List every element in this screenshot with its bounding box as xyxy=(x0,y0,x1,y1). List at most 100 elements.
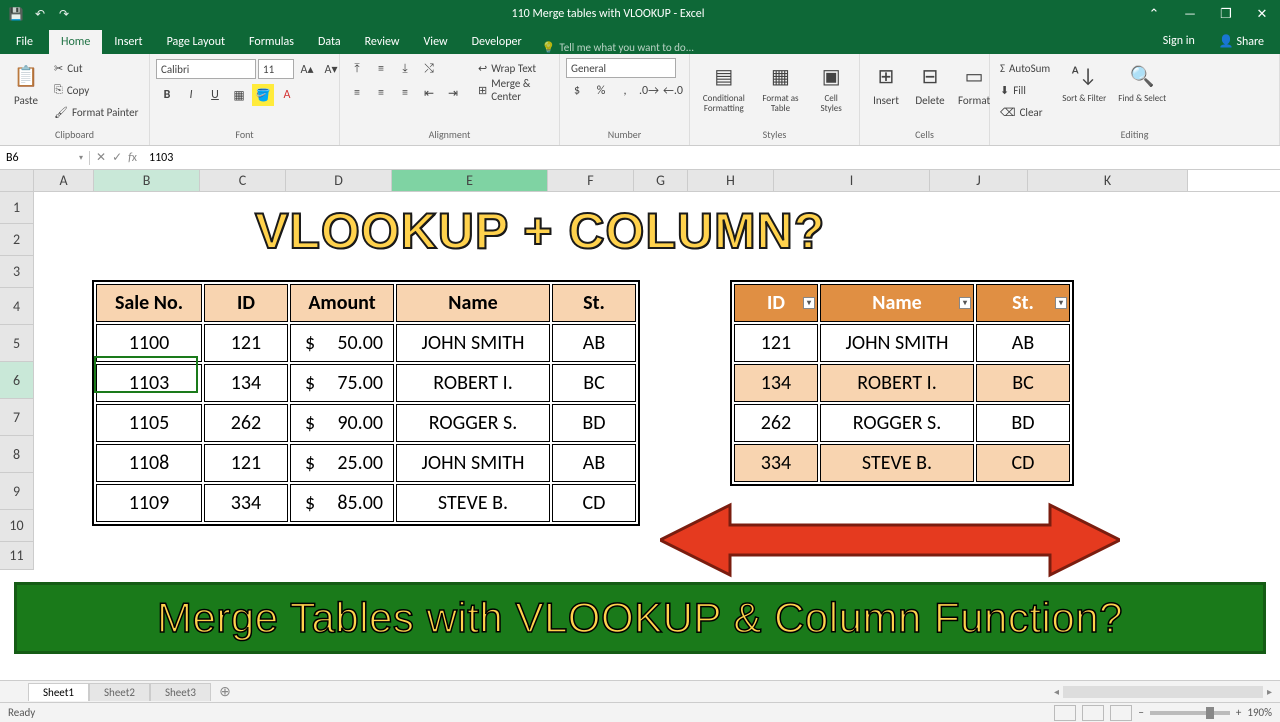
cell[interactable]: STEVE B. xyxy=(820,444,974,482)
enter-icon[interactable]: ✓ xyxy=(112,150,122,165)
cell[interactable]: $ 75.00 xyxy=(290,364,394,402)
cell[interactable]: ROBERT I. xyxy=(396,364,550,402)
tab-insert[interactable]: Insert xyxy=(102,30,154,54)
filter-icon[interactable]: ▾ xyxy=(959,297,971,309)
normal-view-icon[interactable] xyxy=(1054,705,1076,721)
fill-button[interactable]: ⬇ Fill xyxy=(996,80,1054,100)
cell[interactable]: 134 xyxy=(204,364,288,402)
currency-icon[interactable]: $ xyxy=(566,80,588,102)
worksheet-grid[interactable]: A B C D E F G H I J K 1 2 3 4 5 6 7 8 9 … xyxy=(0,170,1280,680)
sort-filter-button[interactable]: ᴬ↓Sort & Filter xyxy=(1058,58,1110,106)
col-header[interactable]: B xyxy=(94,170,200,191)
redo-icon[interactable]: ↷ xyxy=(56,6,72,22)
cell[interactable]: STEVE B. xyxy=(396,484,550,522)
italic-button[interactable] xyxy=(180,84,202,106)
zoom-level[interactable]: 190% xyxy=(1247,706,1272,719)
page-layout-view-icon[interactable] xyxy=(1082,705,1104,721)
row-header[interactable]: 1 xyxy=(0,192,34,224)
tab-view[interactable]: View xyxy=(412,30,460,54)
bold-button[interactable] xyxy=(156,84,178,106)
cell[interactable]: AB xyxy=(976,324,1070,362)
decrease-decimal-icon[interactable]: ←.0 xyxy=(662,80,684,102)
cell[interactable]: ROGGER S. xyxy=(396,404,550,442)
format-cells-button[interactable]: ▭Format xyxy=(954,58,994,109)
autosum-button[interactable]: Σ AutoSum xyxy=(996,58,1054,78)
cell[interactable]: 1103 xyxy=(96,364,202,402)
col-header[interactable]: F xyxy=(548,170,634,191)
row-header[interactable]: 7 xyxy=(0,399,34,436)
cell[interactable]: JOHN SMITH xyxy=(396,444,550,482)
comma-icon[interactable]: , xyxy=(614,80,636,102)
col-header[interactable]: E xyxy=(392,170,548,191)
th2-id[interactable]: ID▾ xyxy=(734,284,818,322)
orientation-icon[interactable]: ⤭ xyxy=(418,58,440,80)
th2-st[interactable]: St.▾ xyxy=(976,284,1070,322)
cell-styles-button[interactable]: ▣Cell Styles xyxy=(809,58,853,116)
sheet-tab-3[interactable]: Sheet3 xyxy=(150,683,211,701)
wrap-text-button[interactable]: ↩ Wrap Text xyxy=(474,58,553,78)
col-header[interactable]: C xyxy=(200,170,286,191)
align-center-icon[interactable]: ≡ xyxy=(370,82,392,104)
cell[interactable]: 121 xyxy=(734,324,818,362)
cell[interactable]: CD xyxy=(552,484,636,522)
align-top-icon[interactable]: ⤒ xyxy=(346,58,368,80)
percent-icon[interactable]: % xyxy=(590,80,612,102)
col-header[interactable]: A xyxy=(34,170,94,191)
cell[interactable]: BD xyxy=(976,404,1070,442)
clear-button[interactable]: ⌫ Clear xyxy=(996,102,1054,122)
cell[interactable]: 1100 xyxy=(96,324,202,362)
add-sheet-button[interactable]: ⊕ xyxy=(215,683,235,700)
cell[interactable]: AB xyxy=(552,444,636,482)
find-select-button[interactable]: 🔍Find & Select xyxy=(1114,58,1170,106)
cell[interactable]: JOHN SMITH xyxy=(396,324,550,362)
cell[interactable]: BD xyxy=(552,404,636,442)
row-header[interactable]: 6 xyxy=(0,362,34,399)
format-as-table-button[interactable]: ▦Format as Table xyxy=(756,58,806,116)
insert-cells-button[interactable]: ⊞Insert xyxy=(866,58,906,109)
col-header[interactable]: K xyxy=(1028,170,1188,191)
cell[interactable]: $ 85.00 xyxy=(290,484,394,522)
tab-home[interactable]: Home xyxy=(49,30,102,54)
decrease-indent-icon[interactable]: ⇤ xyxy=(418,82,440,104)
align-left-icon[interactable]: ≡ xyxy=(346,82,368,104)
ribbon-display-icon[interactable]: ⌃ xyxy=(1136,0,1172,28)
cell[interactable]: $ 25.00 xyxy=(290,444,394,482)
zoom-out-button[interactable]: − xyxy=(1138,706,1143,719)
format-painter-button[interactable]: Format Painter xyxy=(50,102,142,122)
row-header[interactable]: 3 xyxy=(0,256,34,288)
cell[interactable]: AB xyxy=(552,324,636,362)
align-bottom-icon[interactable]: ⤓ xyxy=(394,58,416,80)
cell[interactable]: ROBERT I. xyxy=(820,364,974,402)
underline-button[interactable] xyxy=(204,84,226,106)
copy-button[interactable]: Copy xyxy=(50,80,142,100)
undo-icon[interactable]: ↶ xyxy=(32,6,48,22)
merge-center-button[interactable]: ⊞ Merge & Center xyxy=(474,80,553,100)
row-header[interactable]: 4 xyxy=(0,288,34,325)
name-box[interactable]: B6 xyxy=(0,151,90,165)
cell[interactable]: BC xyxy=(976,364,1070,402)
col-header[interactable]: G xyxy=(634,170,688,191)
align-right-icon[interactable]: ≡ xyxy=(394,82,416,104)
col-header[interactable]: D xyxy=(286,170,392,191)
cell[interactable]: JOHN SMITH xyxy=(820,324,974,362)
formula-input[interactable]: 1103 xyxy=(143,151,1280,165)
share-button[interactable]: 👤 Share xyxy=(1207,29,1276,54)
close-button[interactable]: ✕ xyxy=(1244,0,1280,28)
cell[interactable]: 262 xyxy=(204,404,288,442)
row-header[interactable]: 5 xyxy=(0,325,34,362)
row-header[interactable]: 2 xyxy=(0,224,34,256)
cancel-icon[interactable]: ✕ xyxy=(96,150,106,165)
cell[interactable]: CD xyxy=(976,444,1070,482)
align-middle-icon[interactable]: ≡ xyxy=(370,58,392,80)
font-color-button[interactable]: A xyxy=(276,84,298,106)
minimize-button[interactable]: — xyxy=(1172,0,1208,28)
cell[interactable]: 1105 xyxy=(96,404,202,442)
cell[interactable]: $ 50.00 xyxy=(290,324,394,362)
filter-icon[interactable]: ▾ xyxy=(1055,297,1067,309)
cell[interactable]: 334 xyxy=(734,444,818,482)
cell[interactable]: $ 90.00 xyxy=(290,404,394,442)
tab-file[interactable]: File xyxy=(4,30,45,54)
tab-data[interactable]: Data xyxy=(306,30,353,54)
delete-cells-button[interactable]: ⊟Delete xyxy=(910,58,950,109)
col-header[interactable]: H xyxy=(688,170,774,191)
